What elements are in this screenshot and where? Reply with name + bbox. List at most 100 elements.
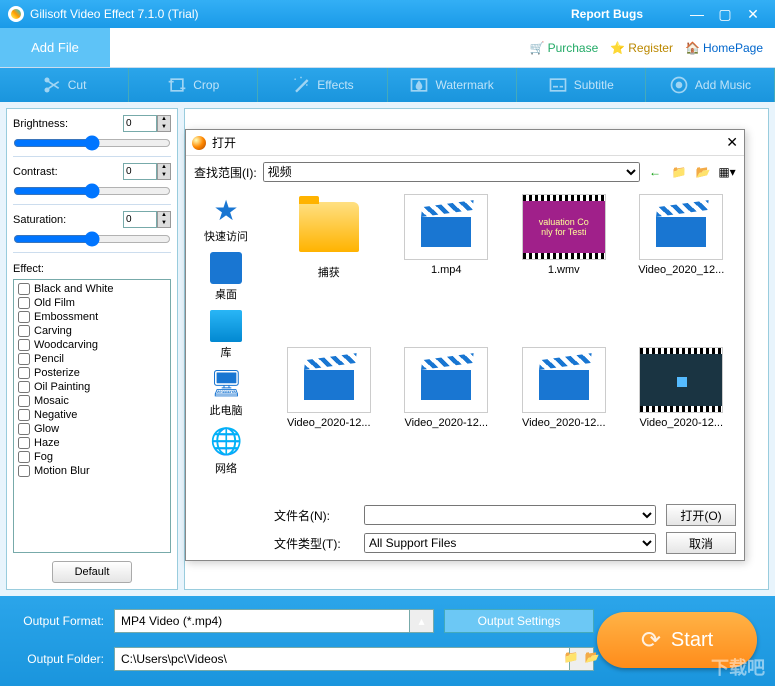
scissors-icon: [42, 75, 62, 95]
effect-checkbox[interactable]: [18, 283, 30, 295]
effect-name: Old Film: [34, 297, 75, 309]
saturation-input[interactable]: [123, 211, 157, 228]
default-button[interactable]: Default: [52, 561, 132, 583]
contrast-spinner[interactable]: ▲▼: [157, 163, 171, 180]
saturation-spinner[interactable]: ▲▼: [157, 211, 171, 228]
effect-checkbox[interactable]: [18, 437, 30, 449]
effect-item[interactable]: Posterize: [16, 366, 168, 380]
output-format-label: Output Format:: [14, 614, 104, 628]
contrast-input[interactable]: [123, 163, 157, 180]
effect-item[interactable]: Glow: [16, 422, 168, 436]
brightness-input[interactable]: [123, 115, 157, 132]
up-folder-icon[interactable]: 📁: [670, 163, 688, 181]
tab-label: Cut: [68, 78, 87, 92]
output-format-input[interactable]: [114, 609, 410, 633]
effect-checkbox[interactable]: [18, 325, 30, 337]
file-item[interactable]: Video_2020-12...: [390, 347, 504, 492]
start-button[interactable]: ⟳ Start: [597, 612, 757, 668]
place-desktop[interactable]: 桌面: [210, 252, 242, 302]
clapper-icon: [539, 360, 589, 400]
file-name: Video_2020-12...: [396, 417, 496, 429]
menubar: Add File 🛒 Purchase ⭐ Register 🏠 HomePag…: [0, 28, 775, 68]
place-libraries[interactable]: 库: [210, 310, 242, 360]
clapper-icon: [421, 207, 471, 247]
report-bugs-link[interactable]: Report Bugs: [571, 7, 643, 21]
effect-item[interactable]: Embossment: [16, 310, 168, 324]
effect-item[interactable]: Black and White: [16, 282, 168, 296]
effects-list[interactable]: Black and WhiteOld FilmEmbossmentCarving…: [13, 279, 171, 553]
contrast-label: Contrast:: [13, 166, 58, 178]
output-folder-input[interactable]: [114, 647, 570, 671]
effect-name: Mosaic: [34, 395, 69, 407]
minimize-button[interactable]: —: [683, 4, 711, 24]
effect-checkbox[interactable]: [18, 423, 30, 435]
place-network[interactable]: 🌐网络: [210, 426, 242, 476]
maximize-button[interactable]: ▢: [711, 4, 739, 24]
effect-item[interactable]: Carving: [16, 324, 168, 338]
effect-item[interactable]: Haze: [16, 436, 168, 450]
place-label: 快速访问: [204, 228, 248, 244]
output-settings-button[interactable]: Output Settings: [444, 609, 594, 633]
effect-checkbox[interactable]: [18, 367, 30, 379]
filetype-select[interactable]: All Support Files: [364, 533, 656, 553]
open-button[interactable]: 打开(O): [666, 504, 736, 526]
tab-watermark[interactable]: Watermark: [388, 68, 517, 102]
brightness-slider[interactable]: [13, 136, 171, 150]
tab-effects[interactable]: Effects: [258, 68, 387, 102]
tab-label: Watermark: [435, 78, 493, 92]
effect-checkbox[interactable]: [18, 451, 30, 463]
file-open-dialog: 打开 ✕ 查找范围(I): 视频 ← 📁 📂 ▦▾ ★快速访问 桌面 库 🖥此电…: [185, 129, 745, 561]
file-item[interactable]: valuation Conly for Testi1.wmv: [507, 194, 621, 343]
saturation-slider[interactable]: [13, 232, 171, 246]
new-folder-icon[interactable]: 📂: [694, 163, 712, 181]
back-icon[interactable]: ←: [646, 163, 664, 181]
lookin-select[interactable]: 视频: [263, 162, 640, 182]
dialog-close-button[interactable]: ✕: [726, 134, 738, 151]
tab-label: Effects: [317, 78, 353, 92]
contrast-slider[interactable]: [13, 184, 171, 198]
effect-item[interactable]: Old Film: [16, 296, 168, 310]
homepage-link[interactable]: 🏠 HomePage: [685, 41, 763, 55]
library-icon: [210, 310, 242, 342]
brightness-spinner[interactable]: ▲▼: [157, 115, 171, 132]
place-label: 网络: [210, 460, 242, 476]
file-item[interactable]: Video_2020_12...: [625, 194, 739, 343]
effect-checkbox[interactable]: [18, 381, 30, 393]
effect-checkbox[interactable]: [18, 395, 30, 407]
add-file-button[interactable]: Add File: [0, 28, 110, 67]
effect-item[interactable]: Oil Painting: [16, 380, 168, 394]
effect-item[interactable]: Motion Blur: [16, 464, 168, 478]
effect-checkbox[interactable]: [18, 465, 30, 477]
output-format-dropdown-icon[interactable]: ▴: [410, 609, 434, 633]
cancel-button[interactable]: 取消: [666, 532, 736, 554]
tab-cut[interactable]: Cut: [0, 68, 129, 102]
file-item[interactable]: Video_2020-12...: [272, 347, 386, 492]
open-folder-icon[interactable]: 📂: [585, 650, 600, 668]
tab-crop[interactable]: Crop: [129, 68, 258, 102]
browse-folder-icon[interactable]: 📁: [564, 650, 579, 668]
close-button[interactable]: ✕: [739, 4, 767, 24]
place-quick-access[interactable]: ★快速访问: [204, 194, 248, 244]
filename-input[interactable]: [364, 505, 656, 525]
view-menu-icon[interactable]: ▦▾: [718, 163, 736, 181]
effect-checkbox[interactable]: [18, 311, 30, 323]
place-this-pc[interactable]: 🖥此电脑: [210, 368, 243, 418]
effect-item[interactable]: Mosaic: [16, 394, 168, 408]
effect-item[interactable]: Woodcarving: [16, 338, 168, 352]
effect-checkbox[interactable]: [18, 297, 30, 309]
tab-add-music[interactable]: Add Music: [646, 68, 775, 102]
tab-subtitle[interactable]: Subtitle: [517, 68, 646, 102]
register-link[interactable]: ⭐ Register: [610, 41, 673, 55]
effect-item[interactable]: Fog: [16, 450, 168, 464]
file-item[interactable]: Video_2020-12...: [625, 347, 739, 492]
place-label: 此电脑: [210, 402, 243, 418]
effect-item[interactable]: Pencil: [16, 352, 168, 366]
effect-checkbox[interactable]: [18, 339, 30, 351]
file-item[interactable]: Video_2020-12...: [507, 347, 621, 492]
effect-checkbox[interactable]: [18, 409, 30, 421]
effect-checkbox[interactable]: [18, 353, 30, 365]
file-item[interactable]: 1.mp4: [390, 194, 504, 343]
purchase-link[interactable]: 🛒 Purchase: [530, 41, 599, 55]
file-item[interactable]: 捕获: [272, 194, 386, 343]
effect-item[interactable]: Negative: [16, 408, 168, 422]
